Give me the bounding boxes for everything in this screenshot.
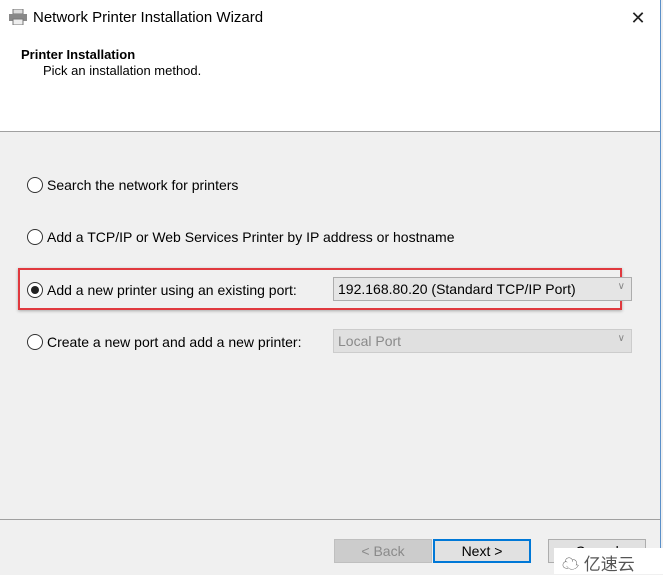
title-bar: Network Printer Installation Wizard ✕ <box>0 0 660 36</box>
watermark-logo: ☁ 亿速云 <box>554 548 663 574</box>
next-button[interactable]: Next > <box>433 539 531 563</box>
cloud-icon: ☁ <box>562 555 579 574</box>
option-label: Search the network for printers <box>47 177 239 193</box>
option-label: Add a TCP/IP or Web Services Printer by … <box>47 229 455 245</box>
window-title: Network Printer Installation Wizard <box>33 9 264 26</box>
radio-button[interactable] <box>27 334 43 350</box>
back-button: < Back <box>334 539 432 563</box>
close-button[interactable]: ✕ <box>626 6 650 30</box>
new-port-select: Local Port ∨ <box>333 329 632 353</box>
page-title: Printer Installation <box>21 47 136 62</box>
printer-icon <box>9 9 27 25</box>
chevron-down-icon: ∨ <box>617 333 625 344</box>
watermark-text: 亿速云 <box>583 555 635 574</box>
chevron-down-icon: ∨ <box>617 281 625 292</box>
option-new-port[interactable]: Create a new port and add a new printer: <box>27 334 302 350</box>
wizard-window: Network Printer Installation Wizard ✕ Pr… <box>0 0 661 574</box>
select-value: 192.168.80.20 (Standard TCP/IP Port) <box>338 281 576 297</box>
radio-button[interactable] <box>27 229 43 245</box>
existing-port-select[interactable]: 192.168.80.20 (Standard TCP/IP Port) ∨ <box>333 277 632 301</box>
radio-button-selected[interactable] <box>27 282 43 298</box>
page-subtitle: Pick an installation method. <box>43 63 202 78</box>
option-search-network[interactable]: Search the network for printers <box>27 177 238 193</box>
option-tcpip[interactable]: Add a TCP/IP or Web Services Printer by … <box>27 229 455 245</box>
select-value: Local Port <box>338 333 402 349</box>
radio-button[interactable] <box>27 177 43 193</box>
option-label: Create a new port and add a new printer: <box>47 334 302 350</box>
wizard-header: Printer Installation Pick an installatio… <box>0 36 660 132</box>
footer-divider <box>0 519 660 520</box>
option-existing-port[interactable]: Add a new printer using an existing port… <box>27 282 297 298</box>
option-label: Add a new printer using an existing port… <box>47 282 297 298</box>
